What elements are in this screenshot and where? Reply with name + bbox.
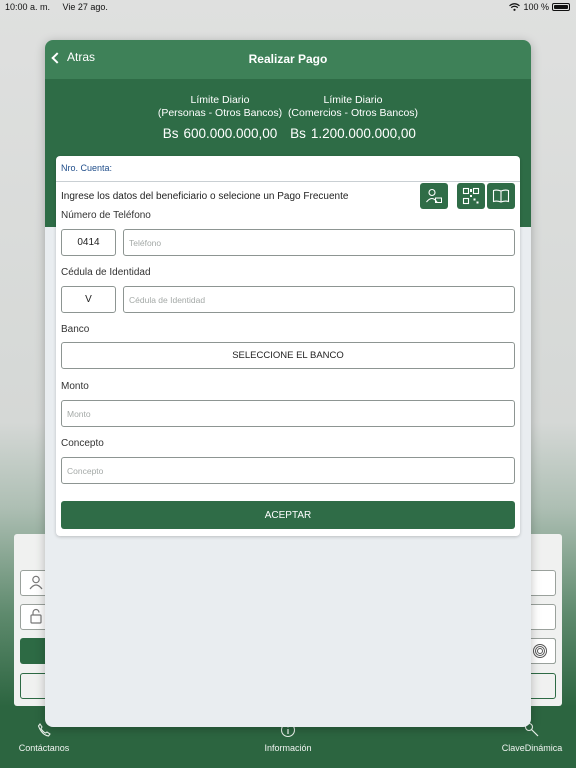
payment-form: Nro. Cuenta: Ingrese los datos del benef…: [56, 156, 520, 536]
limit-personas: Límite Diario (Personas - Otros Bancos) …: [157, 94, 283, 140]
limit-comercios-amount-row: Bs 1.200.000.000,00: [287, 126, 419, 141]
limit-personas-amount-row: Bs 600.000.000,00: [157, 126, 283, 141]
limit-comercios-currency: Bs: [290, 126, 306, 141]
account-selector[interactable]: Nro. Cuenta:: [56, 156, 520, 182]
battery-icon: [552, 3, 570, 11]
phone-prefix-select[interactable]: 0414: [61, 229, 116, 256]
user-icon: [28, 574, 44, 593]
id-label: Cédula de Identidad: [61, 267, 151, 278]
limit-comercios: Límite Diario (Comercios - Otros Bancos)…: [287, 94, 419, 140]
qr-scan-button[interactable]: [457, 183, 485, 209]
phone-input[interactable]: Teléfono: [123, 229, 515, 256]
instructions-text: Ingrese los datos del beneficiario o sel…: [61, 191, 349, 202]
limit-personas-subtitle: (Personas - Otros Bancos): [157, 107, 283, 119]
amount-input[interactable]: Monto: [61, 400, 515, 427]
id-type-select[interactable]: V: [61, 286, 116, 313]
nav-label-dynamic-key: ClaveDinámica: [501, 743, 563, 753]
limit-comercios-title: Límite Diario: [323, 94, 383, 106]
limit-personas-title: Límite Diario: [190, 94, 250, 106]
bank-select[interactable]: SELECCIONE EL BANCO: [61, 342, 515, 369]
limit-comercios-amount: 1.200.000.000,00: [310, 126, 416, 141]
phone-label: Número de Teléfono: [61, 210, 151, 221]
limit-personas-currency: Bs: [162, 126, 179, 141]
nav-label-info: Información: [264, 743, 312, 753]
limit-personas-amount: 600.000.000,00: [183, 126, 278, 141]
limit-comercios-subtitle: (Comercios - Otros Bancos): [287, 107, 419, 119]
accept-button[interactable]: ACEPTAR: [61, 501, 515, 529]
modal-header: Atras Realizar Pago: [45, 40, 531, 79]
contacts-button[interactable]: [420, 183, 448, 209]
status-bar: 10:00 a. m. Vie 27 ago. 100 %: [0, 0, 576, 14]
lock-icon: [28, 608, 44, 627]
concept-input[interactable]: Concepto: [61, 457, 515, 484]
page-title: Realizar Pago: [248, 52, 328, 66]
contacts-icon: [426, 188, 442, 203]
qr-code-icon: [462, 187, 480, 205]
battery-percent: 100 %: [523, 2, 549, 12]
id-number-input[interactable]: Cédula de Identidad: [123, 286, 515, 313]
concept-label: Concepto: [61, 438, 104, 449]
fingerprint-icon: [532, 643, 548, 662]
payment-modal: Atras Realizar Pago Límite Diario (Perso…: [45, 40, 531, 727]
wifi-icon: [509, 3, 521, 11]
book-icon: [492, 189, 510, 203]
nav-label-contact: Contáctanos: [18, 743, 70, 753]
bank-label: Banco: [61, 324, 90, 335]
frequent-payments-button[interactable]: [487, 183, 515, 209]
account-label: Nro. Cuenta:: [61, 163, 113, 173]
status-time: 10:00 a. m.: [5, 2, 51, 12]
amount-label: Monto: [61, 381, 89, 392]
status-date: Vie 27 ago.: [62, 2, 108, 12]
